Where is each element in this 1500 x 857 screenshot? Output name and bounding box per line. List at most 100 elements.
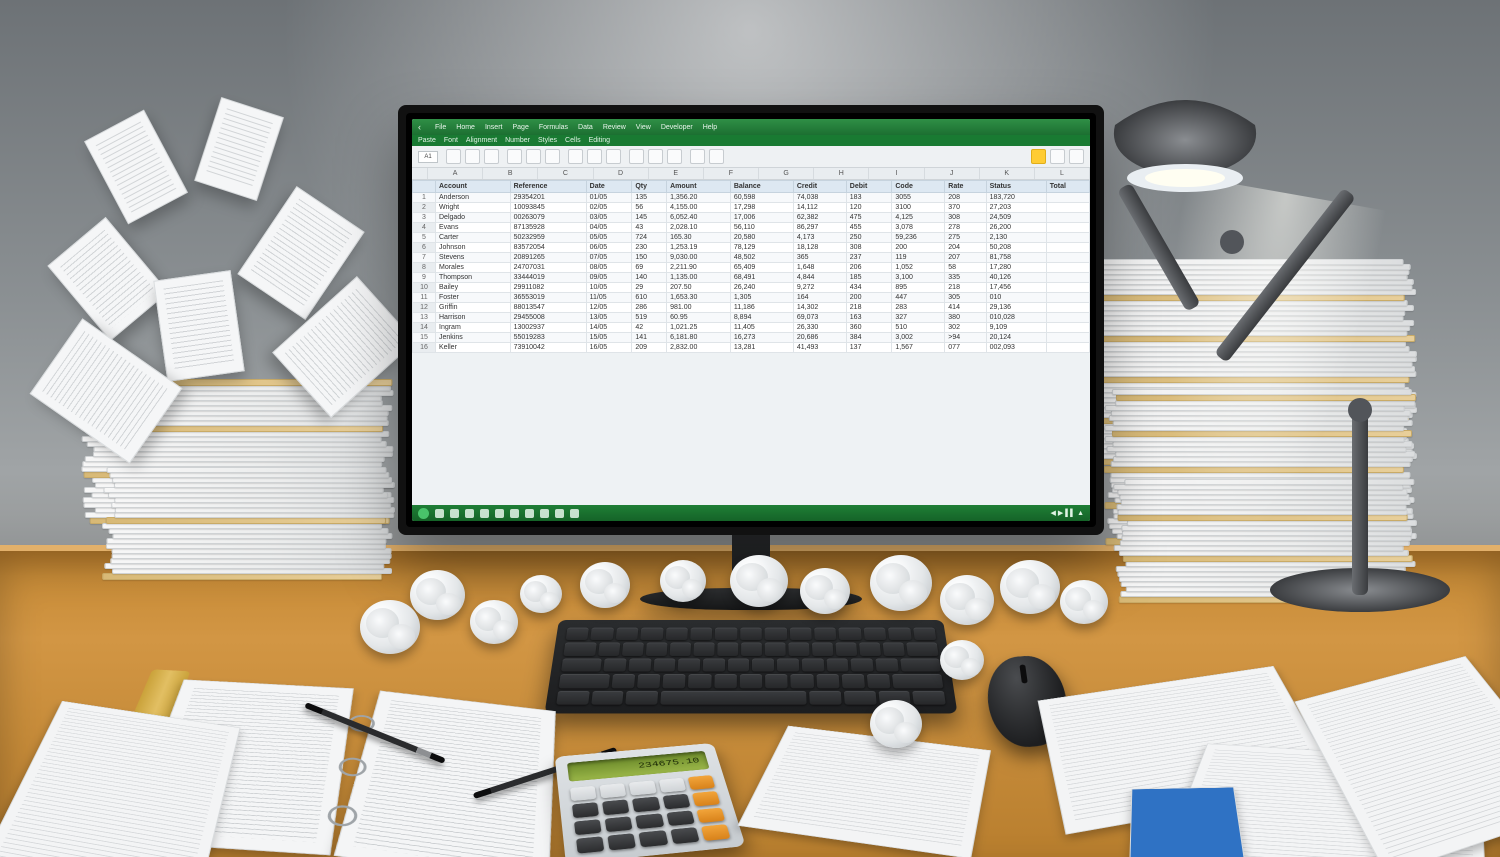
column-headers[interactable]: A B C D E F G H I J K L (412, 168, 1090, 180)
cell[interactable]: 20891265 (510, 253, 586, 263)
column-header[interactable]: Credit (793, 181, 846, 193)
column-header[interactable]: Amount (667, 181, 731, 193)
cell[interactable]: 150 (632, 253, 667, 263)
table-row[interactable]: 1Anderson2935420101/051351,356.2060,5987… (413, 193, 1090, 203)
ribbon-group[interactable]: Styles (538, 137, 557, 144)
start-icon[interactable] (418, 508, 429, 519)
cell[interactable]: 8,894 (730, 313, 793, 323)
cell[interactable]: 3,078 (892, 223, 945, 233)
taskbar-app-icon[interactable] (495, 509, 504, 518)
cell[interactable]: 50,208 (986, 243, 1046, 253)
table-row[interactable]: 6Johnson8357205406/052301,253.1978,12918… (413, 243, 1090, 253)
cell[interactable]: 2,130 (986, 233, 1046, 243)
cell[interactable]: 1,135.00 (667, 273, 731, 283)
filter-icon[interactable] (709, 149, 724, 164)
ribbon-group[interactable]: Editing (589, 137, 610, 144)
table-row[interactable]: 3Delgado0026307903/051456,052.4017,00662… (413, 213, 1090, 223)
cell[interactable]: Evans (436, 223, 511, 233)
cell[interactable]: 163 (846, 313, 892, 323)
cell[interactable]: 218 (945, 283, 986, 293)
ribbon-tab[interactable]: File (435, 124, 446, 131)
ribbon-group[interactable]: Font (444, 137, 458, 144)
cell[interactable]: 56 (632, 203, 667, 213)
ribbon-tab[interactable]: Home (456, 124, 475, 131)
cell[interactable] (1046, 303, 1089, 313)
cell[interactable]: 24707031 (510, 263, 586, 273)
cell[interactable]: Keller (436, 343, 511, 353)
cell[interactable]: 200 (846, 293, 892, 303)
cell[interactable]: 17,280 (986, 263, 1046, 273)
cell[interactable]: 1,567 (892, 343, 945, 353)
cell[interactable]: 69 (632, 263, 667, 273)
cell[interactable]: 510 (892, 323, 945, 333)
cell[interactable]: 60,598 (730, 193, 793, 203)
cell[interactable]: 275 (945, 233, 986, 243)
taskbar-app-icon[interactable] (570, 509, 579, 518)
taskbar-app-icon[interactable] (465, 509, 474, 518)
cell[interactable]: 69,073 (793, 313, 846, 323)
find-icon[interactable] (1069, 149, 1084, 164)
cell[interactable]: 15/05 (586, 333, 632, 343)
back-icon[interactable]: ‹ (418, 122, 421, 132)
cell[interactable]: 2,028.10 (667, 223, 731, 233)
cell[interactable]: 3,100 (892, 273, 945, 283)
cell[interactable]: Morales (436, 263, 511, 273)
cell[interactable]: Jenkins (436, 333, 511, 343)
ribbon-tab[interactable]: Data (578, 124, 593, 131)
align-right-icon[interactable] (606, 149, 621, 164)
table-row[interactable]: 10Bailey2991108210/0529207.5026,2409,272… (413, 283, 1090, 293)
ribbon-tab[interactable]: Help (703, 124, 717, 131)
taskbar-app-icon[interactable] (540, 509, 549, 518)
column-header[interactable]: Code (892, 181, 945, 193)
cell[interactable]: 414 (945, 303, 986, 313)
cell[interactable]: 200 (892, 243, 945, 253)
cell[interactable]: 13,281 (730, 343, 793, 353)
taskbar-app-icon[interactable] (555, 509, 564, 518)
cell[interactable]: 4,173 (793, 233, 846, 243)
cell[interactable]: 4,125 (892, 213, 945, 223)
cell[interactable]: 3100 (892, 203, 945, 213)
cell[interactable]: 43 (632, 223, 667, 233)
highlight-icon[interactable] (1031, 149, 1046, 164)
cell[interactable]: 308 (846, 243, 892, 253)
cell[interactable]: Thompson (436, 273, 511, 283)
cell[interactable]: Johnson (436, 243, 511, 253)
comma-icon[interactable] (667, 149, 682, 164)
table-row[interactable]: 14Ingram1300293714/05421,021.2511,40526,… (413, 323, 1090, 333)
table-row[interactable]: 15Jenkins5501928315/051416,181.8016,2732… (413, 333, 1090, 343)
cell[interactable]: 9,109 (986, 323, 1046, 333)
cell[interactable]: 08/05 (586, 263, 632, 273)
ribbon[interactable]: ‹ File Home Insert Page Formulas Data Re… (412, 119, 1090, 135)
cell[interactable]: 218 (846, 303, 892, 313)
cell[interactable]: 4,155.00 (667, 203, 731, 213)
cell[interactable]: 185 (846, 273, 892, 283)
cell[interactable]: 00263079 (510, 213, 586, 223)
ribbon-tab[interactable]: Review (603, 124, 626, 131)
cell[interactable]: 237 (846, 253, 892, 263)
cell[interactable]: 48,502 (730, 253, 793, 263)
cell[interactable]: 209 (632, 343, 667, 353)
cell[interactable]: 41,493 (793, 343, 846, 353)
column-header[interactable]: Account (436, 181, 511, 193)
cell[interactable]: 26,330 (793, 323, 846, 333)
cell[interactable]: 29354201 (510, 193, 586, 203)
cell[interactable]: 02/05 (586, 203, 632, 213)
cell[interactable]: 165.30 (667, 233, 731, 243)
cell[interactable]: 11,405 (730, 323, 793, 333)
cell[interactable]: 207 (945, 253, 986, 263)
table-row[interactable]: 7Stevens2089126507/051509,030.0048,50236… (413, 253, 1090, 263)
ribbon-group[interactable]: Paste (418, 137, 436, 144)
cell[interactable]: 230 (632, 243, 667, 253)
cell[interactable]: 360 (846, 323, 892, 333)
cell[interactable]: Stevens (436, 253, 511, 263)
cell[interactable]: 20,580 (730, 233, 793, 243)
cell[interactable]: 002,093 (986, 343, 1046, 353)
cell[interactable]: >94 (945, 333, 986, 343)
underline-icon[interactable] (545, 149, 560, 164)
ribbon-group[interactable]: Number (505, 137, 530, 144)
cell[interactable]: 62,382 (793, 213, 846, 223)
cell[interactable]: 164 (793, 293, 846, 303)
table-row[interactable]: 4Evans8713592804/05432,028.1056,11086,29… (413, 223, 1090, 233)
name-box[interactable]: A1 (418, 151, 438, 163)
cell[interactable]: 33444019 (510, 273, 586, 283)
